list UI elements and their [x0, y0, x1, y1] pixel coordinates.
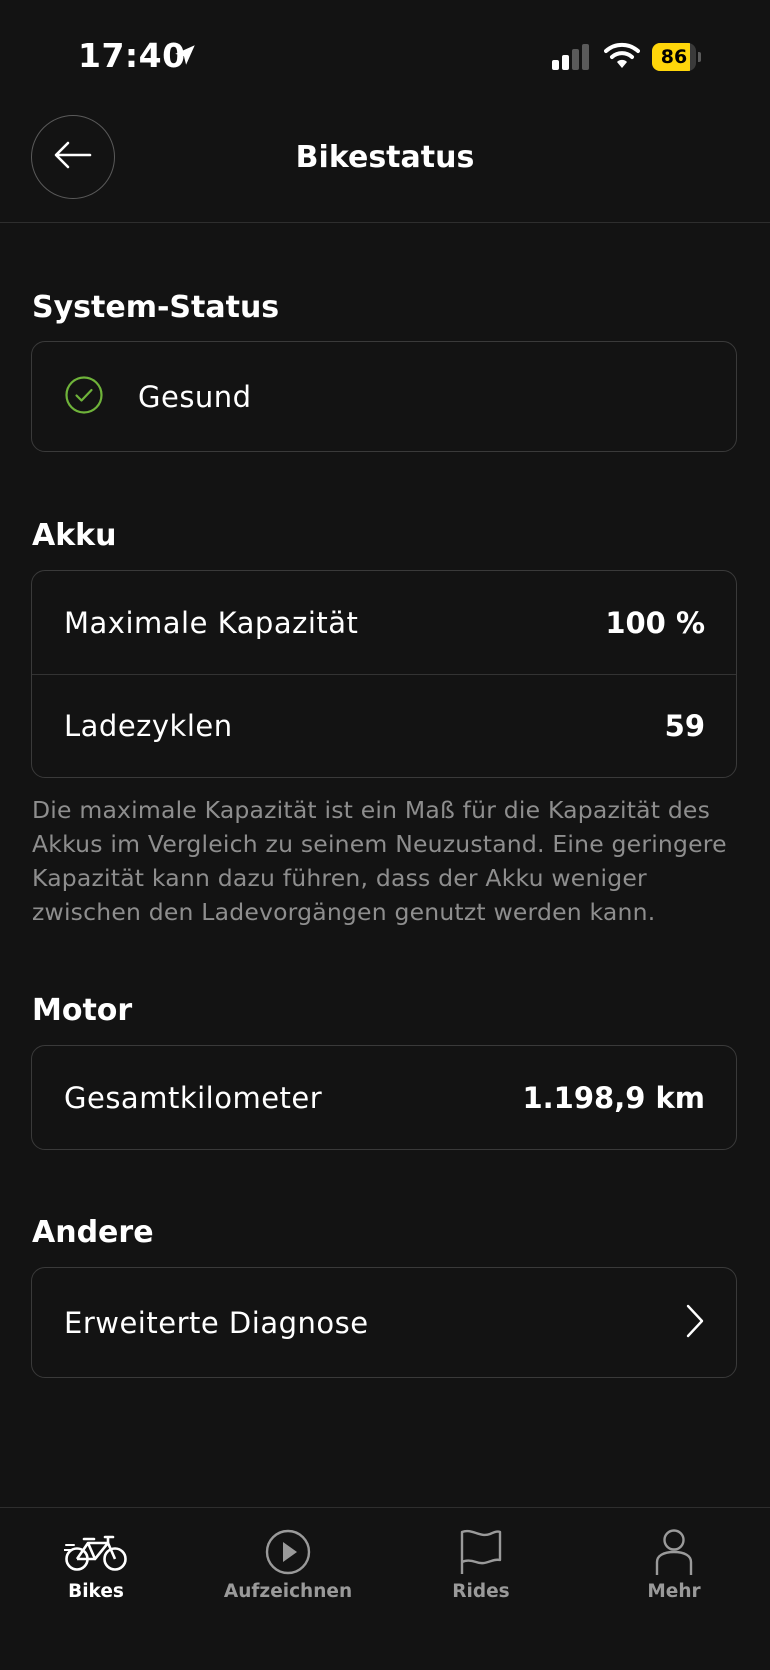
tab-more[interactable]: Mehr: [578, 1508, 770, 1628]
battery-card: Maximale Kapazität 100 % Ladezyklen 59: [31, 570, 737, 778]
tab-record-label: Aufzeichnen: [223, 1581, 353, 1602]
person-icon: [578, 1522, 770, 1582]
section-title-battery: Akku: [32, 518, 117, 553]
battery-level: 86: [660, 46, 688, 68]
status-bar: 17:40 86: [0, 0, 770, 110]
page-title: Bikestatus: [295, 140, 475, 175]
tab-more-label: Mehr: [647, 1581, 701, 1602]
play-circle-icon: [192, 1522, 384, 1582]
bike-icon: [0, 1522, 192, 1582]
tab-bikes[interactable]: Bikes: [0, 1508, 192, 1628]
system-status-card: Gesund: [31, 341, 737, 452]
system-status-value: Gesund: [138, 379, 252, 414]
section-title-other: Andere: [32, 1215, 154, 1250]
total-km-label: Gesamtkilometer: [64, 1080, 323, 1115]
battery-capacity-note: Die maximale Kapazität ist ein Maß für d…: [32, 796, 727, 926]
clock: 17:40: [78, 36, 186, 75]
charge-cycles-value: 59: [664, 709, 705, 743]
motor-card: Gesamtkilometer 1.198,9 km: [31, 1045, 737, 1150]
cellular-signal-icon: [552, 44, 592, 74]
advanced-diagnosis-row[interactable]: Erweiterte Diagnose: [32, 1268, 736, 1377]
total-km-row: Gesamtkilometer 1.198,9 km: [32, 1046, 736, 1149]
tab-rides-label: Rides: [452, 1581, 510, 1602]
other-card: Erweiterte Diagnose: [31, 1267, 737, 1378]
advanced-diagnosis-label: Erweiterte Diagnose: [64, 1305, 369, 1340]
wifi-icon: [604, 42, 640, 74]
tab-rides[interactable]: Rides: [385, 1508, 577, 1628]
location-arrow-icon: [172, 42, 198, 72]
tab-record[interactable]: Aufzeichnen: [192, 1508, 384, 1628]
tab-bikes-label: Bikes: [68, 1581, 124, 1602]
battery-capacity-value: 100 %: [605, 605, 705, 640]
section-title-system-status: System-Status: [32, 290, 280, 325]
battery-capacity-row: Maximale Kapazität 100 %: [32, 571, 736, 674]
total-km-value: 1.198,9 km: [522, 1080, 705, 1115]
system-status-row: Gesund: [32, 342, 736, 451]
battery-capacity-label: Maximale Kapazität: [64, 605, 359, 640]
charge-cycles-row: Ladezyklen 59: [32, 674, 736, 777]
flag-icon: [385, 1522, 577, 1582]
charge-cycles-label: Ladezyklen: [64, 709, 233, 743]
section-title-motor: Motor: [32, 993, 133, 1028]
battery-indicator: 86: [652, 43, 701, 71]
check-circle-icon: [64, 375, 104, 419]
header: Bikestatus: [0, 110, 770, 223]
tab-bar: Bikes Aufzeichnen Rides Mehr: [0, 1507, 770, 1670]
chevron-right-icon: [685, 1304, 705, 1342]
